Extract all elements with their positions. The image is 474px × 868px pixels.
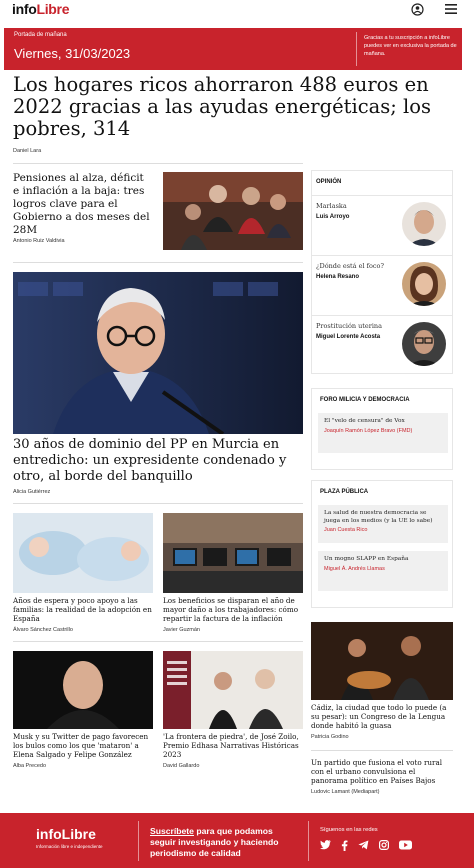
avatar (402, 262, 446, 306)
story-author[interactable]: Antonio Ruiz Valdivia (13, 238, 65, 244)
divider (13, 262, 303, 263)
story-photo-bolsa[interactable] (163, 513, 303, 593)
story-title-adopcion[interactable]: Años de espera y poco apoyo a las famili… (13, 596, 153, 623)
footer-tagline: Información libre e independiente (36, 844, 103, 849)
opinion-heading: OPINIÓN (316, 179, 342, 185)
telegram-icon[interactable] (358, 840, 369, 854)
footer: infoLibre Información libre e independie… (0, 813, 474, 868)
lead-author[interactable]: Daniel Lara (13, 148, 41, 154)
foro-card-author: Joaquín Ramón López Bravo (FMD) (324, 428, 413, 434)
divider (13, 503, 303, 504)
social-icons (320, 840, 412, 854)
lead-headline[interactable]: Los hogares ricos ahorraron 488 euros en… (13, 74, 463, 140)
opinion-topic: ¿Dónde está el foco? (316, 262, 384, 270)
story-photo-premio[interactable] (163, 651, 303, 729)
subscribe-link[interactable]: Suscríbete (150, 826, 194, 836)
opinion-item[interactable]: ¿Dónde está el foco? Helena Resano (312, 255, 452, 313)
story-title-musk[interactable]: Musk y su Twitter de pago favorecen los … (13, 732, 153, 759)
foro-card-title: El "velo de censura" de Vox (324, 418, 405, 424)
story-photo-cadiz[interactable] (311, 622, 453, 700)
avatar (402, 202, 446, 246)
story-author[interactable]: Ludovic Lamant (Mediapart) (311, 789, 379, 795)
avatar (402, 322, 446, 366)
banner-message: Gracias a tu suscripción a infoLibre pue… (364, 35, 457, 57)
social-label: Síguenos en las redes (320, 827, 378, 833)
story-author[interactable]: Álvaro Sánchez Castrillo (13, 627, 73, 633)
opinion-item[interactable]: Prostitución uterina Miguel Lorente Acos… (312, 315, 452, 373)
twitter-icon[interactable] (320, 840, 331, 854)
story-author[interactable]: Patricia Godino (311, 734, 349, 740)
opinion-topic: Prostitución uterina (316, 322, 382, 330)
tomorrow-front-banner: Portada de mañana Viernes, 31/03/2023 Gr… (4, 28, 462, 70)
divider (13, 163, 303, 164)
story-title-cadiz[interactable]: Cádiz, la ciudad que todo lo puede (a su… (311, 703, 453, 730)
story-photo-congreso[interactable] (163, 172, 303, 250)
facebook-icon[interactable] (341, 840, 348, 854)
divider (311, 750, 453, 751)
story-author[interactable]: David Gallardo (163, 763, 199, 769)
opinion-panel: OPINIÓN Marlaska Luis Arroyo ¿Dónde está… (311, 170, 453, 374)
site-logo[interactable]: infoLibre (12, 1, 70, 17)
plaza-card[interactable]: Un mogno SLAPP en España Miguel Á. André… (318, 551, 448, 591)
story-title-pensiones[interactable]: Pensiones al alza, déficit e inflación a… (13, 172, 153, 237)
account-circle-icon[interactable] (410, 2, 424, 16)
hamburger-menu-icon[interactable] (444, 2, 458, 16)
top-bar: infoLibre (0, 0, 474, 22)
plaza-heading: PLAZA PÚBLICA (320, 489, 369, 495)
opinion-topic: Marlaska (316, 202, 347, 210)
banner-divider (356, 32, 357, 66)
story-photo-murcia[interactable] (13, 272, 303, 434)
plaza-card-author: Juan Cuesta Rico (324, 527, 368, 533)
banner-date: Viernes, 31/03/2023 (14, 46, 131, 61)
plaza-card-author: Miguel Á. Andrés Llamas (324, 566, 385, 572)
story-author[interactable]: Alicia Gutiérrez (13, 489, 50, 495)
plaza-card[interactable]: La salud de nuestra democracia se juega … (318, 505, 448, 543)
plaza-panel: PLAZA PÚBLICA La salud de nuestra democr… (311, 480, 453, 608)
footer-divider (308, 821, 309, 861)
footer-logo[interactable]: infoLibre (36, 826, 96, 842)
story-title-paises-bajos[interactable]: Un partido que fusiona el voto rural con… (311, 758, 453, 785)
instagram-icon[interactable] (379, 840, 390, 854)
foro-panel: FORO MILICIA Y DEMOCRACIA El "velo de ce… (311, 388, 453, 470)
footer-divider (138, 821, 139, 861)
story-title-beneficios[interactable]: Los beneficios se disparan el año de may… (163, 596, 303, 623)
story-title-murcia[interactable]: 30 años de dominio del PP en Murcia en e… (13, 437, 303, 485)
foro-heading: FORO MILICIA Y DEMOCRACIA (320, 397, 410, 403)
youtube-icon[interactable] (399, 840, 412, 854)
story-title-premio[interactable]: 'La frontera de piedra', de José Zoilo, … (163, 732, 303, 759)
story-photo-musk[interactable] (13, 651, 153, 729)
story-photo-babies[interactable] (13, 513, 153, 593)
opinion-author: Helena Resano (316, 274, 360, 280)
story-author[interactable]: Javier Guzmán (163, 627, 200, 633)
footer-subscribe-cta: Suscríbete para que podamos seguir inves… (150, 826, 300, 859)
opinion-author: Miguel Lorente Acosta (316, 334, 381, 340)
divider (13, 641, 303, 642)
plaza-card-title: Un mogno SLAPP en España (324, 556, 409, 562)
story-author[interactable]: Alba Precedo (13, 763, 46, 769)
banner-label: Portada de mañana (14, 32, 67, 38)
opinion-author: Luis Arroyo (316, 214, 350, 220)
opinion-item[interactable]: Marlaska Luis Arroyo (312, 195, 452, 253)
plaza-card-title: La salud de nuestra democracia se juega … (324, 510, 433, 524)
foro-card[interactable]: El "velo de censura" de Vox Joaquín Ramó… (318, 413, 448, 453)
